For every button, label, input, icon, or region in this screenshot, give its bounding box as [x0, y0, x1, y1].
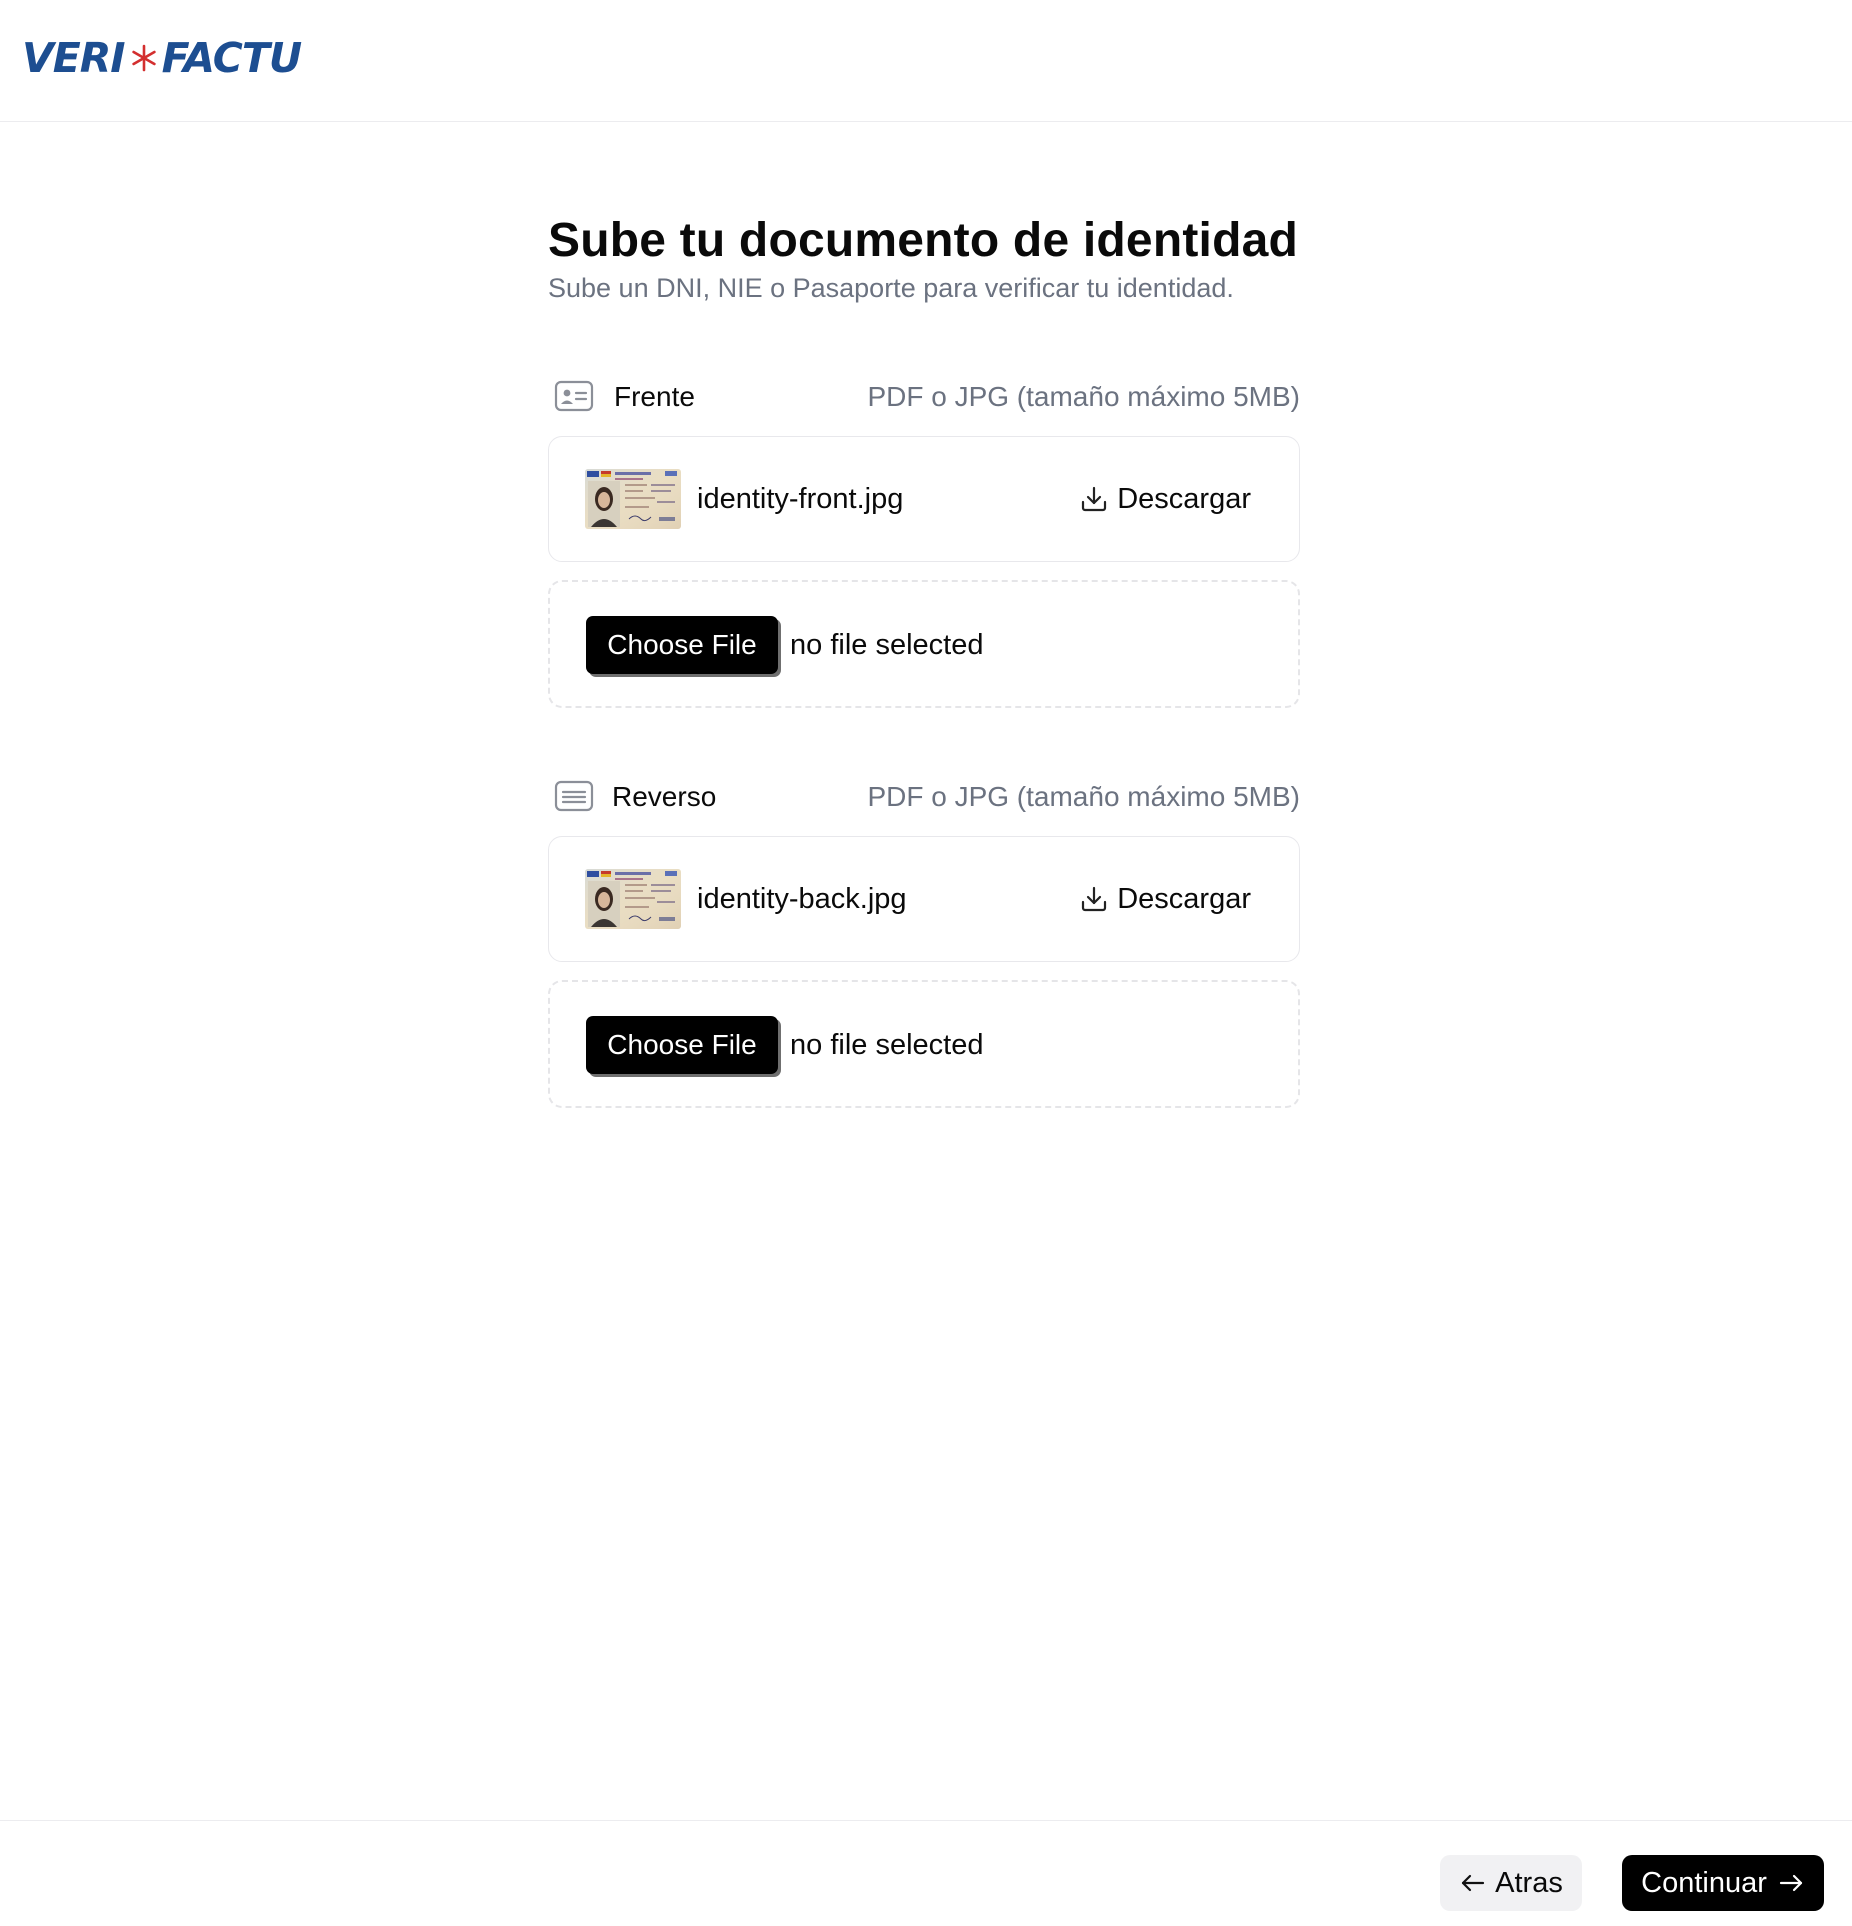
footer-bar: Atras Continuar: [0, 1820, 1852, 1926]
page-subtitle: Sube un DNI, NIE o Pasaporte para verifi…: [548, 273, 1234, 303]
back-file-input[interactable]: Choose File no file selected: [548, 980, 1300, 1108]
arrow-left-icon: [1462, 1874, 1485, 1892]
front-hint: PDF o JPG (tamaño máximo 5MB): [867, 381, 1300, 412]
continue-button[interactable]: Continuar: [1622, 1855, 1824, 1911]
verifactu-logo[interactable]: VERI FACTU: [22, 30, 303, 86]
front-label: Frente: [614, 381, 695, 412]
download-icon: [1082, 486, 1107, 512]
back-no-file-text: no file selected: [790, 1029, 984, 1061]
page-title: Sube tu documento de identidad: [548, 214, 1298, 267]
front-choose-file-button[interactable]: Choose File: [586, 616, 778, 674]
front-file-input[interactable]: Choose File no file selected: [548, 580, 1300, 708]
logo-text-right: FACTU: [161, 34, 303, 82]
asterisk-icon: [131, 44, 156, 72]
back-section-header: Reverso PDF o JPG (tamaño máximo 5MB): [548, 775, 1300, 819]
download-icon: [1082, 886, 1107, 912]
front-download-button[interactable]: Descargar: [1079, 477, 1251, 521]
back-label: Reverso: [612, 781, 717, 812]
back-download-button[interactable]: Descargar: [1079, 877, 1251, 921]
arrow-right-icon: [1779, 1874, 1802, 1892]
front-section-header: Frente PDF o JPG (tamaño máximo 5MB): [548, 375, 1300, 419]
front-file-card: identity-front.jpg Descargar: [548, 436, 1300, 562]
back-button[interactable]: Atras: [1440, 1855, 1582, 1911]
id-card-icon: [554, 380, 594, 412]
back-file-name: identity-back.jpg: [697, 883, 907, 915]
continue-button-label: Continuar: [1641, 1866, 1767, 1899]
top-bar: VERI FACTU: [0, 0, 1852, 122]
back-choose-file-button[interactable]: Choose File: [586, 1016, 778, 1074]
back-hint: PDF o JPG (tamaño máximo 5MB): [867, 781, 1300, 812]
front-download-label: Descargar: [1117, 483, 1251, 515]
back-file-card: identity-back.jpg Descargar: [548, 836, 1300, 962]
back-button-label: Atras: [1495, 1866, 1563, 1899]
back-download-label: Descargar: [1117, 883, 1251, 915]
back-file-thumbnail: [585, 869, 681, 929]
front-no-file-text: no file selected: [790, 629, 984, 661]
front-file-thumbnail: [585, 469, 681, 529]
front-file-name: identity-front.jpg: [697, 483, 904, 515]
id-card-back-icon: [554, 780, 594, 812]
logo-text-left: VERI: [22, 34, 126, 82]
